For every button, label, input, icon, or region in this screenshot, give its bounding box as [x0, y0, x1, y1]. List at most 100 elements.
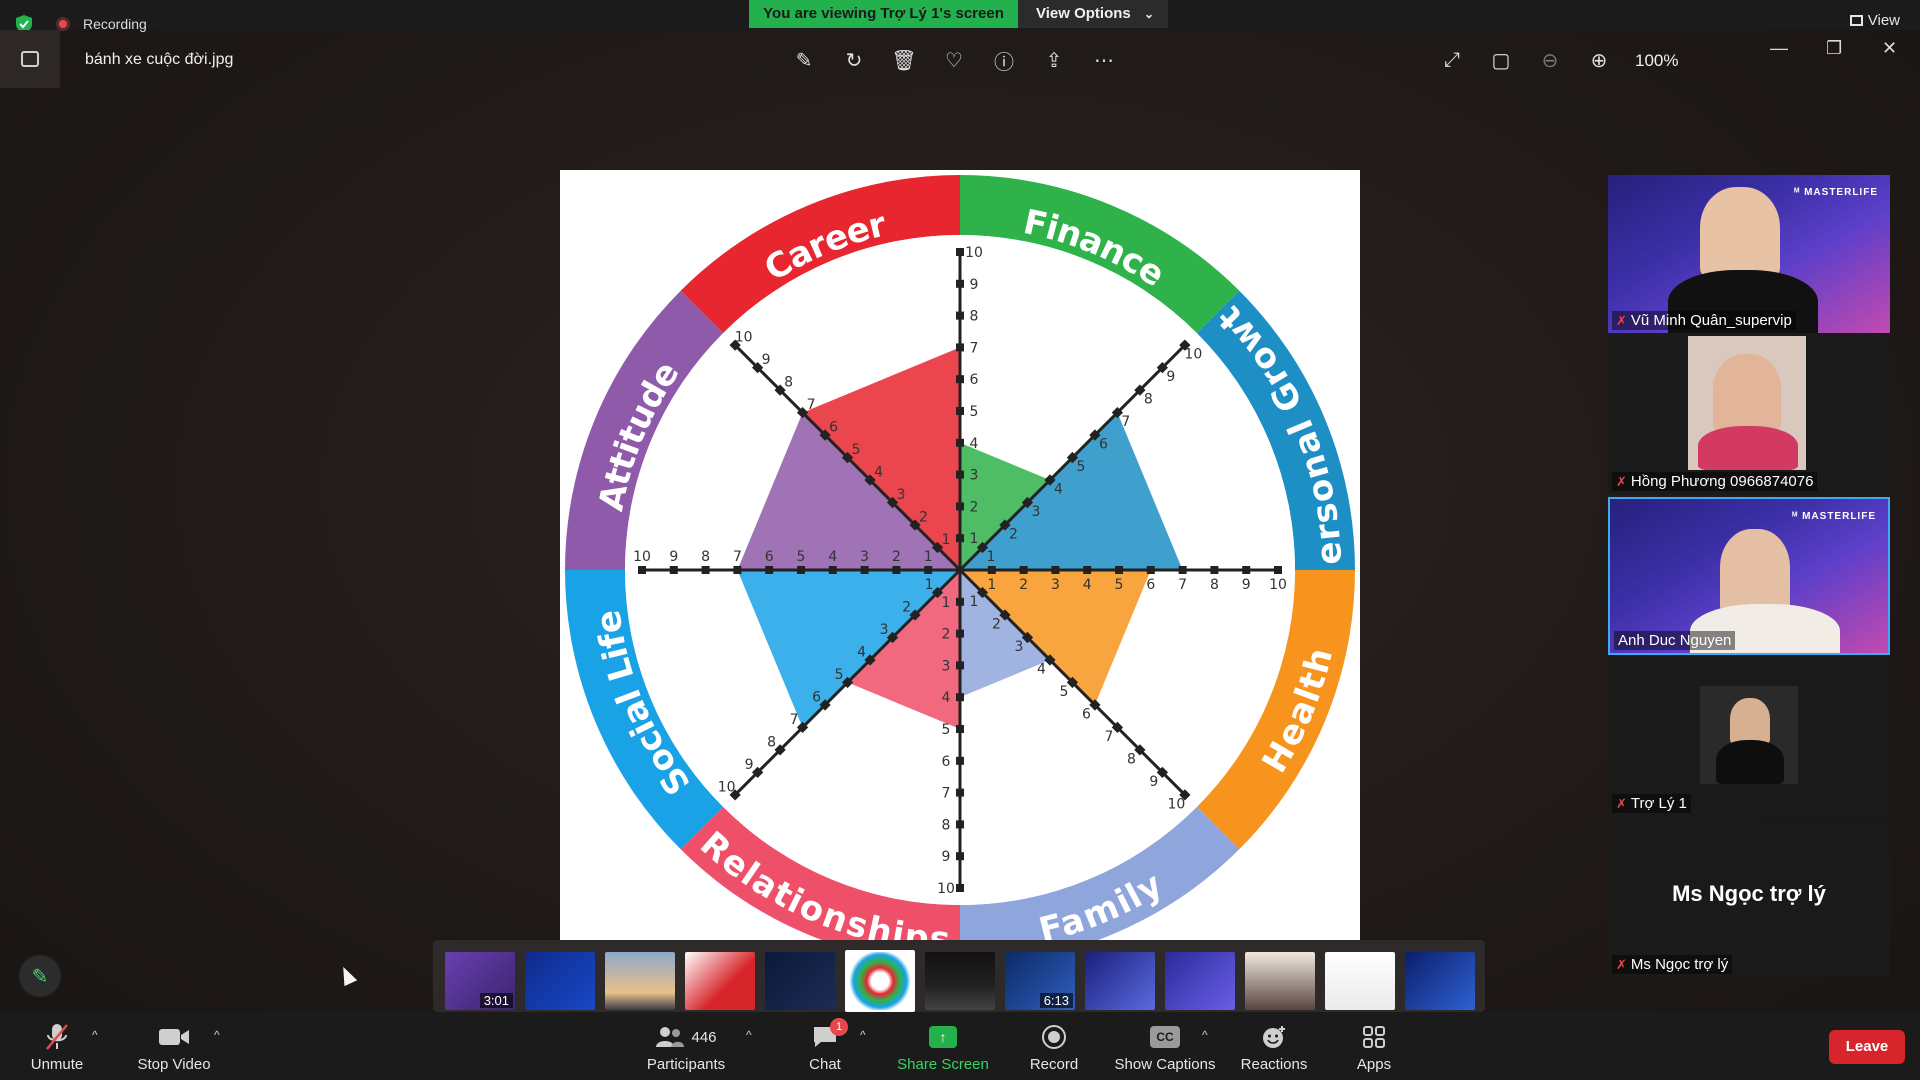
unmute-button[interactable]: Unmute: [25, 1022, 89, 1073]
record-button[interactable]: Record: [1024, 1022, 1084, 1073]
thumbnail[interactable]: [1325, 952, 1395, 1010]
share-screen-label: Share Screen: [897, 1056, 989, 1073]
wheel-tick-label: 5: [1115, 577, 1124, 593]
favorite-heart-icon[interactable]: ♡: [940, 46, 968, 74]
captions-options-caret-icon[interactable]: ^: [1202, 1028, 1208, 1042]
annotate-pencil-icon[interactable]: ✎: [19, 955, 61, 997]
wheel-tick-mark: [1178, 566, 1187, 574]
edit-image-icon[interactable]: ✎: [790, 46, 818, 74]
thumbnail[interactable]: [1085, 952, 1155, 1010]
thumbnail[interactable]: 6:13: [1005, 952, 1075, 1010]
wheel-tick-mark: [956, 820, 964, 829]
zoom-in-icon[interactable]: ⊕: [1585, 46, 1613, 74]
info-icon[interactable]: ⓘ: [990, 46, 1018, 74]
photos-app-icon[interactable]: [0, 30, 60, 88]
participant-video-face: [1730, 698, 1770, 744]
muted-mic-icon: ✗: [1616, 473, 1627, 489]
minimize-icon[interactable]: —: [1770, 38, 1788, 59]
wheel-tick-label: 10: [633, 549, 651, 565]
wheel-tick-label: 1: [987, 577, 996, 593]
recording-dot-icon: [56, 17, 70, 31]
wheel-tick-label: 9: [762, 352, 771, 368]
thumbnail[interactable]: [925, 952, 995, 1010]
wheel-tick-mark: [956, 279, 964, 288]
participants-gallery: ᴹ MASTERLIFE ✗ Vũ Minh Quân_supervip ✗ Hồn…: [1608, 172, 1892, 982]
leave-meeting-button[interactable]: Leave: [1829, 1030, 1905, 1064]
apps-icon: [1352, 1022, 1396, 1052]
participants-button[interactable]: 446 Participants: [640, 1022, 732, 1073]
wheel-tick-label: 4: [828, 549, 837, 565]
rotate-icon[interactable]: ↻: [840, 46, 868, 74]
wheel-tick-label: 2: [919, 510, 928, 526]
chat-button[interactable]: 1 Chat: [800, 1018, 850, 1073]
wheel-tick-label: 6: [1099, 437, 1108, 453]
thumbnail-selected[interactable]: [845, 950, 915, 1012]
wheel-tick-label: 6: [812, 689, 821, 705]
wheel-tick-label: 10: [937, 881, 955, 897]
wheel-tick-label: 1: [942, 595, 951, 611]
thumbnail[interactable]: [765, 952, 835, 1010]
participant-tile[interactable]: Ms Ngọc trợ lý ✗ Ms Ngọc trợ lý: [1608, 819, 1890, 977]
participant-name-tag: ✗ Hồng Phương 0966874076: [1612, 472, 1818, 491]
video-duration: 3:01: [479, 993, 513, 1008]
chat-options-caret-icon[interactable]: ^: [860, 1028, 866, 1042]
muted-microphone-icon: [25, 1022, 89, 1052]
viewer-zoom-controls: ⤢ ▢ ⊖ ⊕: [1438, 46, 1613, 74]
wheel-tick-mark: [701, 566, 710, 574]
smiley-reactions-icon: [1238, 1022, 1310, 1052]
zoom-out-icon[interactable]: ⊖: [1536, 46, 1564, 74]
view-options-button[interactable]: View Options ⌄: [1018, 0, 1168, 28]
view-button[interactable]: View: [1849, 12, 1900, 29]
thumbnail[interactable]: [1245, 952, 1315, 1010]
record-icon: [1024, 1022, 1084, 1052]
wheel-tick-label: 3: [1051, 577, 1060, 593]
wheel-tick-label: 1: [924, 549, 933, 565]
view-label: View: [1867, 12, 1900, 29]
wheel-tick-label: 4: [970, 436, 979, 452]
stop-video-button[interactable]: Stop Video: [132, 1022, 216, 1073]
expand-icon[interactable]: ⤢: [1438, 46, 1466, 74]
thumbnail[interactable]: 3:01: [445, 952, 515, 1010]
delete-icon[interactable]: 🗑: [890, 46, 918, 74]
share-icon[interactable]: ⇪: [1040, 46, 1068, 74]
audio-options-caret-icon[interactable]: ^: [92, 1028, 98, 1042]
restore-icon[interactable]: ❐: [1826, 38, 1842, 59]
wheel-tick-label: 2: [970, 499, 979, 515]
participants-options-caret-icon[interactable]: ^: [746, 1028, 752, 1042]
more-options-icon[interactable]: ⋯: [1090, 46, 1118, 74]
chat-label: Chat: [809, 1056, 841, 1073]
wheel-tick-label: 2: [992, 616, 1001, 632]
masterlife-logo: ᴹ MASTERLIFE: [1794, 187, 1878, 198]
wheel-tick-label: 10: [1184, 347, 1202, 363]
muted-mic-icon: ✗: [1616, 956, 1627, 972]
meeting-controls-bar: Unmute ^ Stop Video ^ 446 Participants ^…: [0, 1012, 1920, 1080]
close-icon[interactable]: ✕: [1882, 38, 1897, 59]
wheel-tick-mark: [1083, 566, 1092, 574]
wheel-tick-mark: [956, 438, 964, 447]
recording-label: Recording: [83, 16, 147, 32]
wheel-tick-label: 7: [970, 340, 979, 356]
share-screen-button[interactable]: ↑ Share Screen: [896, 1022, 990, 1073]
video-options-caret-icon[interactable]: ^: [214, 1028, 220, 1042]
thumbnail[interactable]: [1165, 952, 1235, 1010]
wheel-tick-mark: [924, 566, 933, 574]
apps-button[interactable]: Apps: [1352, 1022, 1396, 1073]
participant-tile-active-speaker[interactable]: ᴹ MASTERLIFE Anh Duc Nguyen: [1608, 497, 1890, 655]
participant-tile[interactable]: ✗ Trợ Lý 1: [1608, 658, 1890, 816]
wheel-tick-label: 10: [718, 779, 736, 795]
thumbnail[interactable]: [525, 952, 595, 1010]
participant-tile[interactable]: ᴹ MASTERLIFE ✗ Vũ Minh Quân_supervip: [1608, 175, 1890, 333]
reactions-button[interactable]: Reactions: [1238, 1022, 1310, 1073]
fit-to-window-icon[interactable]: ▢: [1487, 46, 1515, 74]
muted-mic-icon: ✗: [1616, 312, 1627, 328]
thumbnail[interactable]: [685, 952, 755, 1010]
thumbnail[interactable]: [605, 952, 675, 1010]
wheel-tick-label: 6: [1146, 577, 1155, 593]
share-screen-icon: ↑: [896, 1022, 990, 1052]
participant-video-face: [1713, 354, 1781, 432]
participant-tile[interactable]: ✗ Hồng Phương 0966874076: [1608, 336, 1890, 494]
wheel-tick-label: 4: [1037, 661, 1046, 677]
viewer-toolbar: ✎ ↻ 🗑 ♡ ⓘ ⇪ ⋯: [790, 46, 1118, 74]
wheel-tick-label: 5: [797, 549, 806, 565]
thumbnail[interactable]: [1405, 952, 1475, 1010]
